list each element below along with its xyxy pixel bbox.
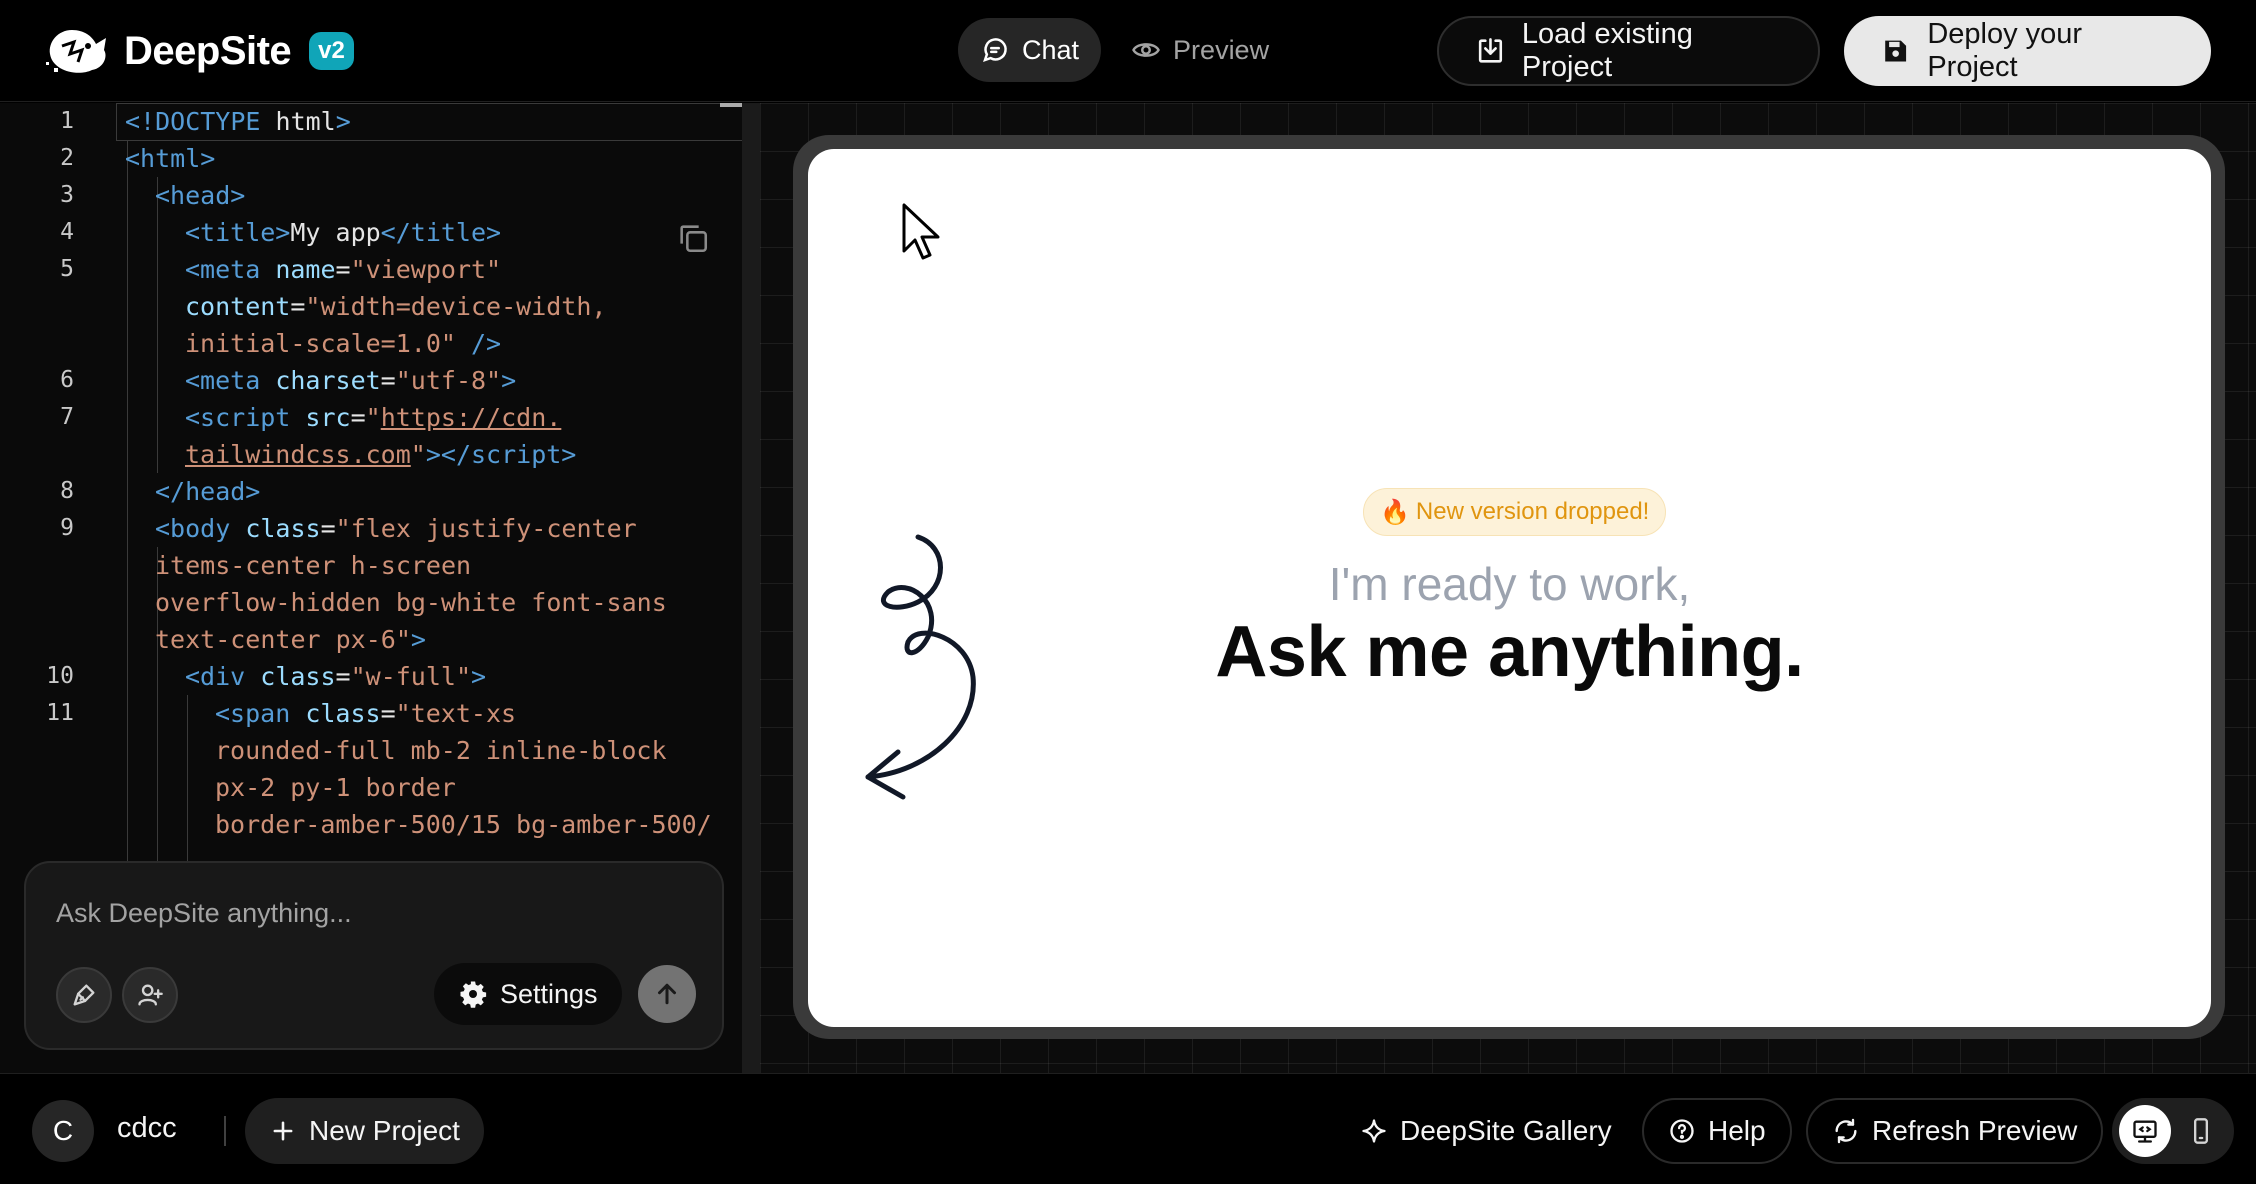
new-project-label: New Project xyxy=(309,1115,460,1146)
redesign-button[interactable] xyxy=(56,967,112,1023)
version-badge: v2 xyxy=(309,32,354,70)
code-line: content="width=device-width, xyxy=(185,292,607,321)
new-version-badge: 🔥 New version dropped! xyxy=(1363,488,1667,536)
fire-icon: 🔥 xyxy=(1380,498,1410,526)
settings-label: Settings xyxy=(500,978,598,1009)
plus-icon xyxy=(273,1121,293,1141)
settings-button[interactable]: Settings xyxy=(434,963,622,1025)
editor-scrollbar[interactable] xyxy=(720,103,742,107)
preview-title: Ask me anything. xyxy=(1215,612,1804,692)
divider xyxy=(224,1116,226,1146)
chat-input[interactable] xyxy=(56,893,696,933)
code-line: overflow-hidden bg-white font-sans xyxy=(155,588,667,617)
bottom-bar: C cdcc New Project DeepSite Gallery Help… xyxy=(0,1073,2256,1184)
code-line: <div class="w-full"> xyxy=(185,662,487,691)
line-number: 6 xyxy=(60,367,74,393)
refresh-icon xyxy=(1835,1118,1857,1144)
desktop-icon xyxy=(2133,1120,2157,1143)
code-line: border-amber-500/15 bg-amber-500/ xyxy=(215,810,712,839)
gallery-label: DeepSite Gallery xyxy=(1400,1115,1612,1146)
code-line: <!DOCTYPE html> xyxy=(125,107,351,136)
desktop-view-button[interactable] xyxy=(2119,1105,2171,1157)
code-line: </head> xyxy=(155,477,261,506)
help-circle-icon xyxy=(1670,1119,1694,1143)
save-icon xyxy=(1885,40,1907,62)
code-line: <body class="flex justify-center xyxy=(155,514,637,543)
load-project-button[interactable]: Load existing Project xyxy=(1437,16,1820,86)
help-button[interactable]: Help xyxy=(1642,1098,1792,1164)
device-toggle xyxy=(2112,1098,2234,1164)
line-number: 9 xyxy=(60,515,74,541)
sparkle-icon xyxy=(1362,1119,1386,1143)
code-line: <meta name="viewport" xyxy=(185,255,502,284)
code-line: text-center px-6"> xyxy=(155,625,426,654)
squiggle-arrow-icon xyxy=(865,534,976,800)
new-project-button[interactable]: New Project xyxy=(245,1098,484,1164)
indent-guide xyxy=(187,695,188,880)
line-number: 1 xyxy=(60,108,74,134)
send-button[interactable] xyxy=(638,965,696,1023)
line-number: 3 xyxy=(60,182,74,208)
refresh-preview-label: Refresh Preview xyxy=(1872,1115,2078,1146)
line-number: 5 xyxy=(60,256,74,282)
top-header: DeepSite v2 Chat Preview Load existing P… xyxy=(0,0,2256,102)
deepsite-logo-icon xyxy=(46,30,106,73)
new-version-text: New version dropped! xyxy=(1415,498,1650,525)
copy-icon[interactable] xyxy=(676,221,710,255)
paintbrush-icon xyxy=(73,984,95,1006)
indent-guide xyxy=(157,177,158,473)
help-label: Help xyxy=(1708,1115,1766,1146)
line-number: 7 xyxy=(60,404,74,430)
user-plus-icon xyxy=(138,984,163,1006)
mouse-cursor-icon xyxy=(902,203,940,260)
brand[interactable]: DeepSite v2 xyxy=(44,24,354,78)
code-line: initial-scale=1.0" /> xyxy=(185,329,502,358)
code-line: <span class="text-xs xyxy=(215,699,517,728)
indent-guide xyxy=(127,140,128,880)
code-line: <html> xyxy=(125,144,216,173)
code-line: tailwindcss.com"></script> xyxy=(185,440,577,469)
arrow-up-icon xyxy=(658,983,676,1005)
brand-name: DeepSite xyxy=(124,28,292,73)
preview-screen[interactable]: 🔥 New version dropped! I'm ready to work… xyxy=(808,149,2211,1027)
tab-preview[interactable]: Preview xyxy=(1109,18,1291,82)
view-toggle: Chat Preview xyxy=(958,18,1291,82)
code-line: <meta charset="utf-8"> xyxy=(185,366,517,395)
line-number: 11 xyxy=(46,700,74,726)
panel-resize-handle[interactable] xyxy=(742,103,760,1073)
gallery-button[interactable]: DeepSite Gallery xyxy=(1336,1098,1636,1164)
tab-chat[interactable]: Chat xyxy=(958,18,1102,82)
tab-preview-label: Preview xyxy=(1173,34,1270,65)
refresh-preview-button[interactable]: Refresh Preview xyxy=(1806,1098,2104,1164)
code-line: <title>My app</title> xyxy=(185,218,502,247)
invite-user-button[interactable] xyxy=(122,967,178,1023)
code-line: items-center h-screen xyxy=(155,551,472,580)
line-number: 10 xyxy=(46,663,74,689)
line-number: 4 xyxy=(60,219,74,245)
line-number: 2 xyxy=(60,145,74,171)
code-line: px-2 py-1 border xyxy=(215,773,456,802)
eye-icon xyxy=(1132,43,1160,57)
preview-subtitle: I'm ready to work, xyxy=(1328,558,1691,610)
gear-icon xyxy=(460,981,487,1008)
chat-icon xyxy=(983,38,1007,62)
line-number: 8 xyxy=(60,478,74,504)
code-line: <head> xyxy=(155,181,246,210)
mobile-view-button[interactable] xyxy=(2175,1105,2227,1157)
download-tray-icon xyxy=(1478,38,1503,63)
smartphone-icon xyxy=(2194,1118,2208,1144)
username[interactable]: cdcc xyxy=(117,1112,177,1145)
chat-box: Settings xyxy=(24,861,724,1050)
deploy-project-label: Deploy your Project xyxy=(1927,18,2083,83)
deploy-project-button[interactable]: Deploy your Project xyxy=(1844,16,2211,86)
avatar[interactable]: C xyxy=(32,1100,94,1162)
code-line: <script src="https://cdn. xyxy=(185,403,562,432)
load-project-label: Load existing Project xyxy=(1521,18,1693,83)
tab-chat-label: Chat xyxy=(1022,34,1080,65)
code-line: rounded-full mb-2 inline-block xyxy=(215,736,667,765)
